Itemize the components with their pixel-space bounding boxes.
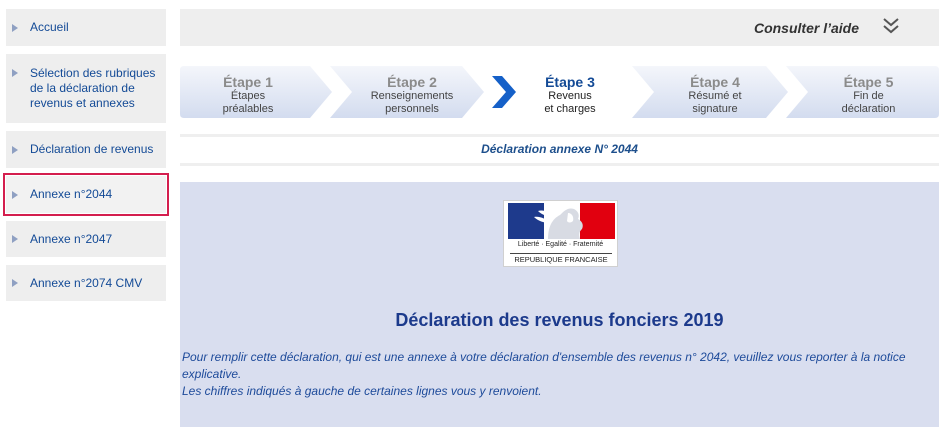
- sidebar-item-label: Déclaration de revenus: [30, 142, 154, 156]
- intro-text: Pour remplir cette déclaration, qui est …: [182, 349, 934, 400]
- step-title: Étape 5: [843, 74, 894, 90]
- step-title: Étape 4: [690, 74, 740, 90]
- sidebar-item-selection-rubriques[interactable]: Sélection des rubriques de la déclaratio…: [6, 54, 166, 123]
- step-progress: Étape 1 Étapes préalables Étape 2 Rensei…: [180, 66, 939, 118]
- double-chevron-down-icon[interactable]: [881, 17, 901, 35]
- sidebar-item-annexe-2047[interactable]: Annexe n°2047: [6, 221, 166, 257]
- step-desc-line1: Fin de: [853, 90, 884, 102]
- marianne-flag-icon: [508, 203, 615, 239]
- help-bar: Consulter l’aide: [180, 9, 939, 46]
- sidebar-item-accueil[interactable]: Accueil: [6, 9, 166, 46]
- triangle-right-icon: [12, 191, 18, 199]
- sidebar-item-annexe-2074-cmv[interactable]: Annexe n°2074 CMV: [6, 265, 166, 301]
- step-3[interactable]: Étape 3 Revenus et charges: [510, 66, 630, 118]
- step-desc-line2: déclaration: [841, 103, 896, 115]
- page-title: Déclaration des revenus fonciers 2019: [395, 310, 724, 330]
- step-desc-line1: Étapes: [230, 90, 266, 102]
- step-1[interactable]: Étape 1 Étapes préalables: [180, 66, 332, 118]
- step-5[interactable]: Étape 5 Fin de déclaration: [786, 66, 939, 118]
- triangle-right-icon: [12, 69, 18, 77]
- triangle-right-icon: [12, 279, 18, 287]
- sidebar-item-declaration-revenus[interactable]: Déclaration de revenus: [6, 131, 166, 168]
- step-desc-line2: et charges: [544, 103, 596, 115]
- triangle-right-icon: [12, 24, 18, 32]
- sidebar-item-label: Sélection des rubriques de la déclaratio…: [30, 66, 156, 110]
- sidebar-item-label: Annexe n°2047: [30, 231, 113, 246]
- step-title: Étape 3: [545, 74, 595, 90]
- step-desc-line1: Renseignements: [370, 90, 454, 102]
- help-link[interactable]: Consulter l’aide: [754, 20, 859, 36]
- main-panel: Liberté · Egalité · Fraternité REPUBLIQU…: [180, 182, 939, 427]
- step-4[interactable]: Étape 4 Résumé et signature: [632, 66, 788, 118]
- step-title: Étape 2: [387, 74, 437, 90]
- intro-line-1: Pour remplir cette déclaration, qui est …: [182, 350, 906, 381]
- step-desc-line2: personnels: [385, 103, 439, 115]
- sidebar-item-label: Annexe n°2074 CMV: [30, 275, 143, 290]
- divider: [180, 163, 939, 166]
- divider: [180, 134, 939, 137]
- intro-line-2: Les chiffres indiqués à gauche de certai…: [182, 384, 542, 398]
- triangle-right-icon: [12, 146, 18, 154]
- sidebar-item-label: Annexe n°2044: [30, 187, 113, 201]
- step-desc-line1: Revenus: [548, 90, 592, 102]
- step-desc-line1: Résumé et: [688, 90, 742, 102]
- step-2[interactable]: Étape 2 Renseignements personnels: [330, 66, 484, 118]
- logo-republique: REPUBLIQUE FRANCAISE: [510, 253, 612, 265]
- step-desc-line2: préalables: [222, 103, 274, 115]
- sidebar-nav: Accueil Sélection des rubriques de la dé…: [3, 9, 169, 309]
- annex-title: Déclaration annexe N° 2044: [481, 142, 638, 156]
- step-desc-line2: signature: [692, 103, 738, 115]
- step-title: Étape 1: [223, 74, 273, 90]
- logo-motto: Liberté · Egalité · Fraternité: [517, 241, 604, 248]
- republique-francaise-logo: Liberté · Egalité · Fraternité REPUBLIQU…: [503, 200, 618, 267]
- triangle-right-icon: [12, 235, 18, 243]
- sidebar-item-annexe-2044[interactable]: Annexe n°2044: [3, 173, 169, 216]
